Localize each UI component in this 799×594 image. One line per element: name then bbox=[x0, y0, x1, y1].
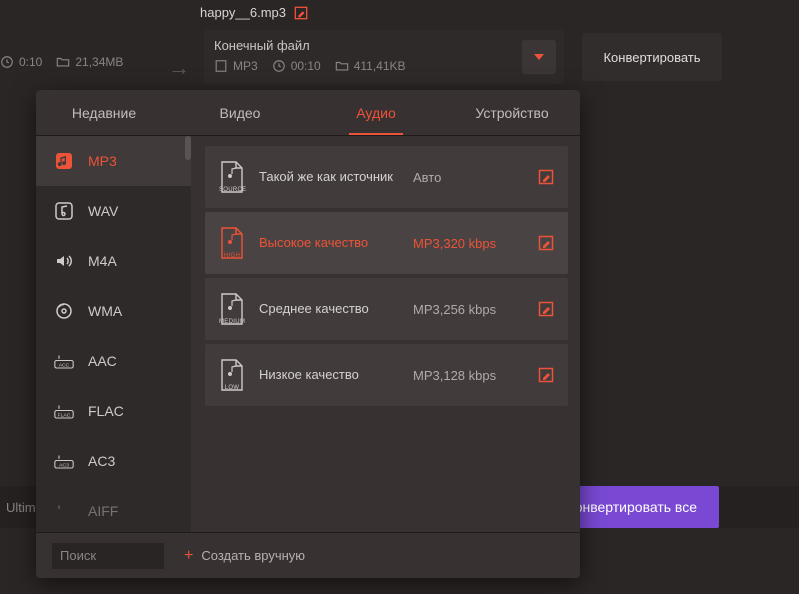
source-size-block: 21,34MB bbox=[56, 55, 123, 69]
format-picker-popup: Недавние Видео Аудио Устройство MP3 WAV bbox=[36, 90, 580, 578]
plus-icon: + bbox=[184, 547, 193, 565]
sidebar-item-wav[interactable]: WAV bbox=[36, 186, 191, 236]
doc-tag: HIGH bbox=[219, 253, 245, 259]
clock-icon bbox=[272, 59, 286, 73]
preset-title: Такой же как источник bbox=[259, 169, 399, 185]
edit-icon[interactable] bbox=[294, 6, 308, 20]
scrollbar[interactable] bbox=[185, 136, 191, 160]
preset-medium[interactable]: MEDIUM Среднее качество MP3,256 kbps bbox=[205, 278, 568, 340]
dest-format: MP3 bbox=[233, 59, 258, 73]
sidebar-item-label: WAV bbox=[88, 203, 118, 219]
preset-low[interactable]: LOW Низкое качество MP3,128 kbps bbox=[205, 344, 568, 406]
create-manual-label: Создать вручную bbox=[201, 548, 305, 563]
dest-size: 411,41KB bbox=[354, 59, 406, 73]
preset-title: Среднее качество bbox=[259, 301, 399, 317]
arrow-right-icon: → bbox=[168, 55, 190, 81]
folder-icon bbox=[335, 59, 349, 73]
flac-badge-icon: FLAC bbox=[54, 401, 74, 421]
doc-tag: SOURCE bbox=[219, 187, 245, 193]
sidebar-item-label: AAC bbox=[88, 353, 117, 369]
sidebar-item-label: FLAC bbox=[88, 403, 124, 419]
document-high-icon: HIGH bbox=[219, 227, 245, 259]
edit-icon[interactable] bbox=[538, 301, 554, 317]
preset-high[interactable]: HIGH Высокое качество MP3,320 kbps bbox=[205, 212, 568, 274]
svg-text:ACC: ACC bbox=[59, 362, 70, 368]
edit-icon[interactable] bbox=[538, 367, 554, 383]
tab-device[interactable]: Устройство bbox=[444, 90, 580, 135]
speaker-icon bbox=[54, 251, 74, 271]
dest-duration: 00:10 bbox=[291, 59, 321, 73]
doc-tag: MEDIUM bbox=[219, 319, 245, 325]
music-note-icon bbox=[54, 151, 74, 171]
document-source-icon: SOURCE bbox=[219, 161, 245, 193]
svg-text:AC3: AC3 bbox=[59, 462, 69, 468]
tab-recent-label: Недавние bbox=[72, 105, 136, 121]
preset-list: SOURCE Такой же как источник Авто HIGH В… bbox=[191, 136, 580, 532]
preset-spec: Авто bbox=[413, 170, 524, 185]
sidebar-item-wma[interactable]: WMA bbox=[36, 286, 191, 336]
sidebar-item-aac[interactable]: ACC AAC bbox=[36, 336, 191, 386]
folder-icon bbox=[56, 55, 70, 69]
tab-recent[interactable]: Недавние bbox=[36, 90, 172, 135]
file-icon bbox=[214, 59, 228, 73]
preset-source[interactable]: SOURCE Такой же как источник Авто bbox=[205, 146, 568, 208]
source-filename: happy__6.mp3 bbox=[200, 5, 286, 20]
sidebar-item-mp3[interactable]: MP3 bbox=[36, 136, 191, 186]
sidebar-item-m4a[interactable]: M4A bbox=[36, 236, 191, 286]
sidebar-item-ac3[interactable]: AC3 AC3 bbox=[36, 436, 191, 486]
chevron-down-icon bbox=[534, 54, 544, 60]
document-medium-icon: MEDIUM bbox=[219, 293, 245, 325]
top-tabs: Недавние Видео Аудио Устройство bbox=[36, 90, 580, 136]
svg-text:FLAC: FLAC bbox=[58, 412, 71, 418]
convert-button[interactable]: Конвертировать bbox=[582, 33, 722, 81]
sidebar-item-label: M4A bbox=[88, 253, 117, 269]
preset-spec: MP3,128 kbps bbox=[413, 368, 524, 383]
edit-icon[interactable] bbox=[538, 169, 554, 185]
tab-video-label: Видео bbox=[220, 105, 261, 121]
preset-spec: MP3,256 kbps bbox=[413, 302, 524, 317]
tab-device-label: Устройство bbox=[475, 105, 548, 121]
source-duration-block: 0:10 bbox=[0, 55, 42, 69]
aac-badge-icon: ACC bbox=[54, 351, 74, 371]
ac3-badge-icon: AC3 bbox=[54, 451, 74, 471]
format-dropdown-toggle[interactable] bbox=[522, 40, 556, 74]
tab-audio[interactable]: Аудио bbox=[308, 90, 444, 135]
sidebar-item-label: AC3 bbox=[88, 453, 115, 469]
music-note-icon bbox=[54, 201, 74, 221]
clock-icon bbox=[0, 55, 14, 69]
aiff-badge-icon bbox=[54, 501, 74, 521]
sidebar-item-label: WMA bbox=[88, 303, 122, 319]
tab-video[interactable]: Видео bbox=[172, 90, 308, 135]
doc-tag: LOW bbox=[219, 385, 245, 391]
create-manual-button[interactable]: + Создать вручную bbox=[184, 547, 305, 565]
source-duration: 0:10 bbox=[19, 55, 42, 69]
tab-audio-label: Аудио bbox=[356, 105, 396, 121]
search-placeholder: Поиск bbox=[60, 548, 96, 563]
sidebar-item-label: MP3 bbox=[88, 153, 117, 169]
destination-panel: Конечный файл MP3 00:10 411,41KB bbox=[204, 30, 564, 84]
preset-spec: MP3,320 kbps bbox=[413, 236, 524, 251]
dest-title: Конечный файл bbox=[214, 38, 554, 53]
source-size: 21,34MB bbox=[75, 55, 123, 69]
format-sidebar: MP3 WAV M4A WMA bbox=[36, 136, 191, 532]
sidebar-item-aiff[interactable]: AIFF bbox=[36, 486, 191, 532]
search-input[interactable]: Поиск bbox=[52, 543, 164, 569]
sidebar-item-label: AIFF bbox=[88, 503, 118, 519]
preset-title: Низкое качество bbox=[259, 367, 399, 383]
convert-all-label: Конвертировать все bbox=[567, 499, 697, 515]
preset-title: Высокое качество bbox=[259, 235, 399, 251]
disc-icon bbox=[54, 301, 74, 321]
convert-button-label: Конвертировать bbox=[603, 50, 700, 65]
sidebar-item-flac[interactable]: FLAC FLAC bbox=[36, 386, 191, 436]
edit-icon[interactable] bbox=[538, 235, 554, 251]
document-low-icon: LOW bbox=[219, 359, 245, 391]
popup-footer: Поиск + Создать вручную bbox=[36, 532, 580, 578]
